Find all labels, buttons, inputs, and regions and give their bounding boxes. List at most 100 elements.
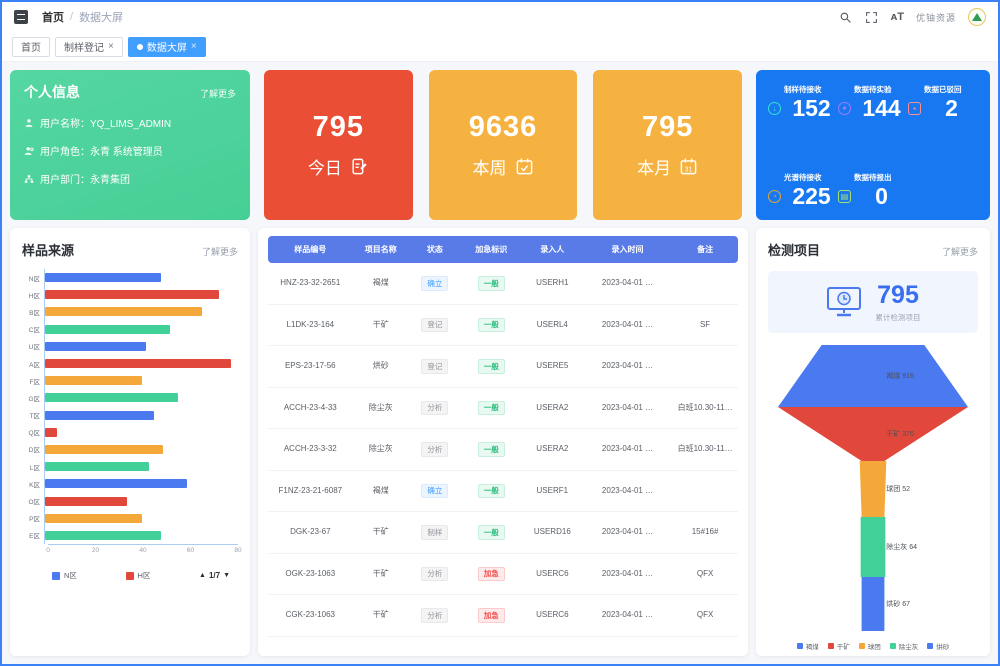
dashboard-content: 个人信息 了解更多 用户名称：YQ_LIMS_ADMIN 用户角色：永青 系统管… [2, 62, 998, 664]
funnel-legend-item-褐煤[interactable]: 褐煤 [797, 641, 819, 651]
cell-project-name: 除尘灰 [353, 429, 409, 471]
font-size-icon[interactable]: ᴀT [891, 11, 904, 23]
funnel-legend-item-球团[interactable]: 球团 [859, 641, 881, 651]
tab-close-icon[interactable]: × [191, 42, 197, 52]
bar-row-N区: N区 [22, 269, 238, 286]
app-logo-icon[interactable] [968, 8, 986, 26]
table-row[interactable]: DGK-23-67干矿制样一般USERD162023-04-01 …15#16# [268, 512, 738, 554]
legend-item-1[interactable]: H区 [126, 570, 151, 581]
bar-value[interactable] [45, 342, 146, 351]
stat-card-month[interactable]: 795 本月 31 [593, 70, 742, 220]
bar-value[interactable] [45, 514, 142, 523]
bar-track [44, 424, 238, 441]
legend-swatch [797, 643, 803, 649]
table-row[interactable]: L1DK-23-164干矿登记一般USERL42023-04-01 …SF [268, 305, 738, 347]
bar-value[interactable] [45, 479, 187, 488]
cell-entry-time: 2023-04-01 … [583, 512, 672, 554]
bar-value[interactable] [45, 428, 57, 437]
stat-card-week[interactable]: 9636 本周 [429, 70, 578, 220]
status-badge: 制样 [421, 525, 448, 540]
bar-row-U区: U区 [22, 338, 238, 355]
cell-entry-user: USERL4 [522, 305, 583, 347]
funnel-legend-item-烘砂[interactable]: 烘砂 [927, 641, 949, 651]
status-badge: 分析 [421, 442, 448, 457]
table-row[interactable]: ACCH-23-3-32除尘灰分析一般USERA22023-04-01 …白班1… [268, 429, 738, 471]
tab-2[interactable]: 数据大屏× [128, 37, 206, 57]
cell-entry-time: 2023-04-01 … [583, 388, 672, 430]
bar-category-label: C区 [22, 324, 44, 334]
detection-more-link[interactable]: 了解更多 [942, 245, 978, 258]
cell-entry-time: 2023-04-01 … [583, 263, 672, 305]
todo-item-sample-receive[interactable]: 制样待接收 ↓ 152 [768, 84, 838, 122]
search-icon[interactable] [839, 10, 853, 24]
bar-track [44, 475, 238, 492]
profile-field-role: 用户角色：永青 系统管理员 [24, 143, 236, 158]
table-row[interactable]: EPS-23-17-56烘砂登记一般USERE52023-04-01 … [268, 346, 738, 388]
urgency-badge: 一般 [478, 276, 505, 291]
bar-value[interactable] [45, 531, 161, 540]
bar-category-label: H区 [22, 290, 44, 300]
fullscreen-icon[interactable] [865, 10, 879, 24]
todo-item-spectrum-receive[interactable]: 光谱待接收 ◔ 225 [768, 172, 838, 210]
bar-value[interactable] [45, 273, 161, 282]
cell-note: QFX [672, 595, 738, 637]
detection-total: 795 [876, 281, 921, 310]
bar-value[interactable] [45, 445, 163, 454]
detection-summary: 795 累计检测项目 [768, 271, 978, 333]
funnel-segment-褐煤[interactable]: 褐煤 916 [778, 345, 968, 407]
bar-value[interactable] [45, 462, 149, 471]
funnel-legend-item-干矿[interactable]: 干矿 [828, 641, 850, 651]
legend-page-down-icon[interactable]: ▼ [223, 572, 230, 579]
cell-status: 分析 [409, 429, 461, 471]
cell-entry-user: USERC6 [522, 595, 583, 637]
funnel-segment-干矿[interactable]: 干矿 376 [778, 407, 968, 461]
menu-collapse-icon[interactable] [14, 10, 28, 24]
table-header-row: 样品编号项目名称状态加急标识录入人录入时间备注 [268, 236, 738, 263]
cell-entry-time: 2023-04-01 … [583, 595, 672, 637]
bar-value[interactable] [45, 393, 178, 402]
bar-value[interactable] [45, 307, 202, 316]
week-count: 9636 [469, 111, 538, 144]
table-row[interactable]: CGK-23-1063干矿分析加急USERC62023-04-01 …QFX [268, 595, 738, 637]
profile-more-link[interactable]: 了解更多 [200, 87, 236, 100]
bar-value[interactable] [45, 376, 142, 385]
table-row[interactable]: HNZ-23-32-2651褐煤确立一般USERH12023-04-01 … [268, 263, 738, 305]
tab-close-icon[interactable]: × [108, 42, 114, 52]
bar-row-D区: D区 [22, 441, 238, 458]
funnel-legend-item-除尘灰[interactable]: 除尘灰 [890, 641, 919, 651]
bar-value[interactable] [45, 290, 219, 299]
tab-0[interactable]: 首页 [12, 37, 50, 57]
cell-status: 确立 [409, 263, 461, 305]
funnel-segment-球团[interactable]: 球团 52 [778, 461, 968, 517]
urgency-badge: 一般 [478, 442, 505, 457]
bar-value[interactable] [45, 359, 231, 368]
todo-item-data-report[interactable]: 数据待报出 ▤ 0 [838, 172, 908, 210]
table-row[interactable]: OGK-23-1063干矿分析加急USERC62023-04-01 …QFX [268, 554, 738, 596]
today-label: 今日 [308, 154, 342, 179]
tab-bar: 首页制样登记×数据大屏× [2, 32, 998, 62]
bar-value[interactable] [45, 411, 154, 420]
svg-text:31: 31 [685, 165, 693, 173]
bar-value[interactable] [45, 325, 170, 334]
bar-x-axis: 020406080 [48, 544, 238, 556]
todo-item-data-rejected[interactable]: 数据已驳回 ▪ 2 [908, 84, 978, 122]
table-row[interactable]: ACCH-23-4-33除尘灰分析一般USERA22023-04-01 …白班1… [268, 388, 738, 430]
tab-1[interactable]: 制样登记× [55, 37, 123, 57]
cell-urgency: 加急 [461, 595, 522, 637]
todo-item-data-experiment[interactable]: 数据待实验 ✦ 144 [838, 84, 908, 122]
cell-project-name: 褐煤 [353, 263, 409, 305]
breadcrumb-root[interactable]: 首页 [42, 9, 64, 25]
funnel-segment-烘砂[interactable]: 烘砂 67 [778, 577, 968, 631]
stat-card-today[interactable]: 795 今日 [264, 70, 413, 220]
legend-page-up-icon[interactable]: ▲ [199, 572, 206, 579]
status-badge: 确立 [421, 276, 448, 291]
bar-track [44, 492, 238, 509]
sample-source-more-link[interactable]: 了解更多 [202, 245, 238, 258]
sample-source-chart: N区H区B区C区U区A区F区G区T区Q区D区L区K区O区P区E区 [22, 269, 238, 544]
legend-swatch [927, 643, 933, 649]
legend-item-0[interactable]: N区 [52, 570, 77, 581]
table-row[interactable]: F1NZ-23-21-6087褐煤确立一般USERF12023-04-01 … [268, 471, 738, 513]
cell-entry-user: USERE5 [522, 346, 583, 388]
bar-value[interactable] [45, 497, 127, 506]
funnel-segment-除尘灰[interactable]: 除尘灰 64 [778, 517, 968, 577]
